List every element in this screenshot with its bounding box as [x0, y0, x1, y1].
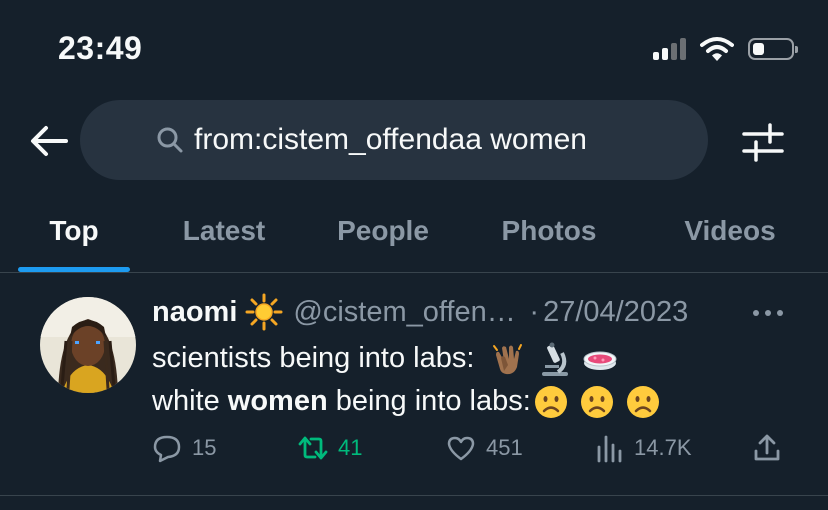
- tab-videos[interactable]: Videos: [660, 190, 800, 272]
- tab-top[interactable]: Top: [18, 190, 130, 272]
- retweet-button[interactable]: 41: [298, 433, 362, 463]
- back-button[interactable]: [28, 120, 70, 162]
- tab-label: Photos: [501, 215, 597, 246]
- frowning-face-icon: [626, 385, 659, 418]
- active-tab-indicator: [18, 267, 130, 272]
- tweet-header: naomi @cistem_offendaa · 27/04/2023: [152, 293, 688, 331]
- tweet-line-2-text-a: white: [152, 385, 228, 417]
- views-button[interactable]: 14.7K: [594, 433, 692, 463]
- separator-dot: ·: [529, 295, 540, 328]
- search-box[interactable]: [80, 100, 708, 180]
- search-tabs: Top Latest People Photos Videos: [0, 190, 828, 273]
- more-dots-icon: [753, 310, 783, 316]
- battery-icon: [748, 38, 798, 60]
- tweet-actions: 15 41 451 14.7K: [0, 433, 828, 473]
- sun-icon: [245, 293, 283, 331]
- tweet-line-2: white women being into labs:: [152, 380, 661, 423]
- tab-label: Latest: [182, 215, 266, 246]
- status-bar: 23:49: [0, 0, 828, 100]
- share-button[interactable]: [752, 433, 782, 463]
- reply-icon: [153, 435, 181, 463]
- sliders-icon: [742, 123, 784, 162]
- tweet-line-1: scientists being into labs:: [152, 337, 661, 380]
- tab-label: Videos: [684, 215, 776, 246]
- search-row: [0, 100, 828, 180]
- frowning-face-icon: [580, 385, 613, 418]
- more-options-button[interactable]: [750, 301, 786, 325]
- wifi-icon: [700, 37, 734, 61]
- tab-latest[interactable]: Latest: [160, 190, 288, 272]
- share-icon: [754, 434, 780, 461]
- tab-photos[interactable]: Photos: [478, 190, 620, 272]
- retweet-count: 41: [338, 435, 363, 460]
- display-name[interactable]: naomi: [152, 296, 237, 329]
- views-chart-icon: [597, 435, 622, 463]
- retweet-icon: [298, 436, 328, 460]
- like-button[interactable]: 451: [446, 433, 523, 463]
- tweet-highlight-word: women: [227, 385, 328, 417]
- back-arrow-icon: [31, 126, 68, 156]
- tweet-line-2-text-b: being into labs:: [327, 385, 531, 417]
- tweet[interactable]: naomi @cistem_offendaa · 27/04/2023 scie…: [0, 273, 828, 496]
- avatar-image: [40, 297, 136, 393]
- cellular-signal-icon: [653, 38, 686, 60]
- status-icons: [653, 36, 798, 62]
- avatar[interactable]: [40, 297, 136, 393]
- microscope-icon: [542, 342, 569, 376]
- search-icon: [157, 127, 183, 153]
- view-count: 14.7K: [634, 435, 692, 460]
- status-time: 23:49: [58, 30, 143, 66]
- frowning-face-icon: [534, 385, 567, 418]
- reply-count: 15: [192, 435, 217, 460]
- tweet-line-1-text: scientists being into labs:: [152, 342, 475, 374]
- heart-icon: [447, 436, 475, 461]
- tab-label: Top: [49, 215, 99, 246]
- tab-people[interactable]: People: [318, 190, 448, 272]
- tweet-date[interactable]: 27/04/2023: [543, 296, 688, 329]
- tweet-text: scientists being into labs: white women …: [152, 337, 661, 423]
- search-input[interactable]: [156, 122, 708, 158]
- tab-label: People: [337, 215, 429, 246]
- clapping-hands-icon: [493, 343, 523, 374]
- reply-button[interactable]: 15: [152, 433, 216, 463]
- like-count: 451: [486, 435, 523, 460]
- user-handle[interactable]: @cistem_offendaa: [293, 296, 525, 329]
- search-filter-button[interactable]: [742, 122, 784, 162]
- petri-dish-icon: [583, 351, 617, 370]
